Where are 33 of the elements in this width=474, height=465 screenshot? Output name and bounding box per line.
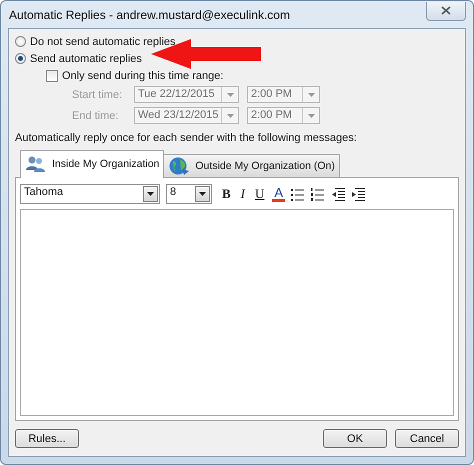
numbered-list-icon[interactable] — [311, 188, 326, 200]
window-title: Automatic Replies - andrew.mustard@execulink.com — [8, 8, 290, 22]
people-icon — [25, 155, 47, 173]
field-label: Start time: — [72, 88, 124, 100]
rules-button[interactable]: Rules... — [15, 429, 79, 448]
checkbox-label: Only send during this time range: — [62, 70, 224, 82]
field-label: End time: — [72, 110, 120, 122]
close-icon — [441, 6, 451, 15]
radio-option[interactable]: Do not send automatic replies — [15, 33, 459, 50]
tab[interactable]: Outside My Organization (On) — [163, 154, 340, 177]
radio-option[interactable]: Send automatic replies — [15, 50, 459, 67]
caret-icon — [147, 192, 154, 196]
italic-button[interactable]: I — [238, 186, 248, 202]
bullet-list-icon[interactable] — [291, 188, 306, 200]
font-size-dropdown[interactable]: 8 — [166, 184, 212, 204]
caret-icon — [308, 92, 314, 96]
underline-button[interactable]: U — [253, 186, 266, 202]
bold-button[interactable]: B — [220, 186, 233, 202]
tab[interactable]: Inside My Organization — [20, 150, 164, 178]
caret-icon — [226, 92, 234, 96]
decrease-indent-icon[interactable] — [331, 188, 346, 200]
caret-icon — [308, 114, 314, 118]
font-color-button[interactable]: A — [272, 186, 286, 202]
caret-icon — [226, 114, 234, 118]
instruction-text: Automatically reply once for each sender with the following messages: — [15, 132, 358, 146]
globe-icon — [168, 156, 190, 176]
cancel-button[interactable]: Cancel — [395, 429, 459, 448]
increase-indent-icon[interactable] — [351, 188, 366, 200]
checkbox[interactable] — [46, 70, 58, 82]
font-dropdown[interactable]: Tahoma — [20, 184, 160, 204]
ok-button[interactable]: OK — [323, 429, 387, 448]
caret-icon — [199, 192, 206, 196]
close-button[interactable] — [426, 2, 466, 20]
